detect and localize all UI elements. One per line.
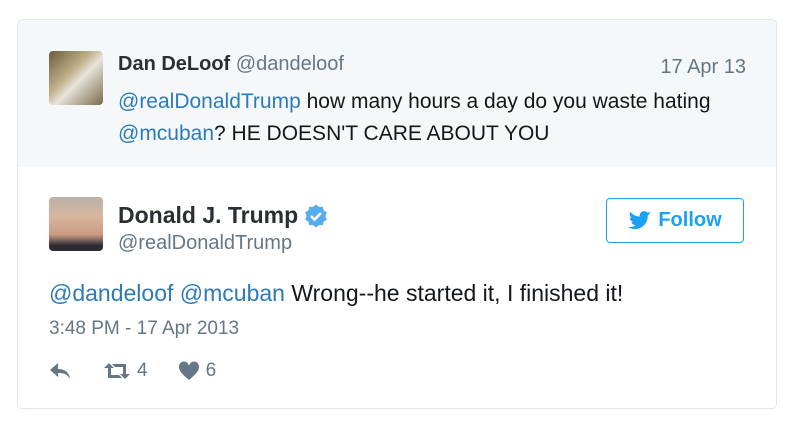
follow-button[interactable]: Follow [606,198,744,243]
author-name[interactable]: Donald J. Trump [118,202,298,229]
tweet-text: @realDonaldTrump how many hours a day do… [118,86,738,150]
heart-icon [178,361,199,380]
author-name[interactable]: Dan DeLoof [118,53,230,75]
tweet-date[interactable]: 17 Apr 13 [660,56,746,79]
author-handle[interactable]: @realDonaldTrump [118,232,292,255]
follow-label: Follow [658,209,722,231]
twitter-bird-icon [628,210,652,229]
text: ? HE DOESN'T CARE ABOUT YOU [214,122,550,145]
like-count: 6 [205,360,217,381]
retweet-button[interactable]: 4 [103,360,148,382]
mention-link[interactable]: @realDonaldTrump [118,90,301,113]
mention-link[interactable]: @mcuban [118,122,214,145]
like-button[interactable]: 6 [178,360,217,382]
verified-badge-icon [305,204,328,227]
avatar[interactable] [49,51,103,105]
tweet-card: Dan DeLoof @dandeloof 17 Apr 13 @realDon… [17,19,777,409]
reply-icon [50,363,70,379]
quoted-tweet[interactable]: Dan DeLoof @dandeloof 17 Apr 13 @realDon… [18,20,776,167]
author-handle[interactable]: @dandeloof [236,53,344,75]
text: Wrong--he started it, I finished it! [284,280,624,306]
avatar[interactable] [49,197,103,251]
reply-button[interactable] [49,362,73,380]
tweet-actions: 4 6 [49,360,246,382]
text: how many hours a day do you waste hating [300,90,711,113]
retweet-icon [104,363,130,379]
retweet-count: 4 [137,360,148,381]
tweet-text: @dandeloof @mcuban Wrong--he started it,… [49,280,623,307]
tweet-timestamp[interactable]: 3:48 PM - 17 Apr 2013 [49,318,239,340]
mention-link[interactable]: @mcuban [180,280,285,306]
mention-link[interactable]: @dandeloof [49,280,173,306]
